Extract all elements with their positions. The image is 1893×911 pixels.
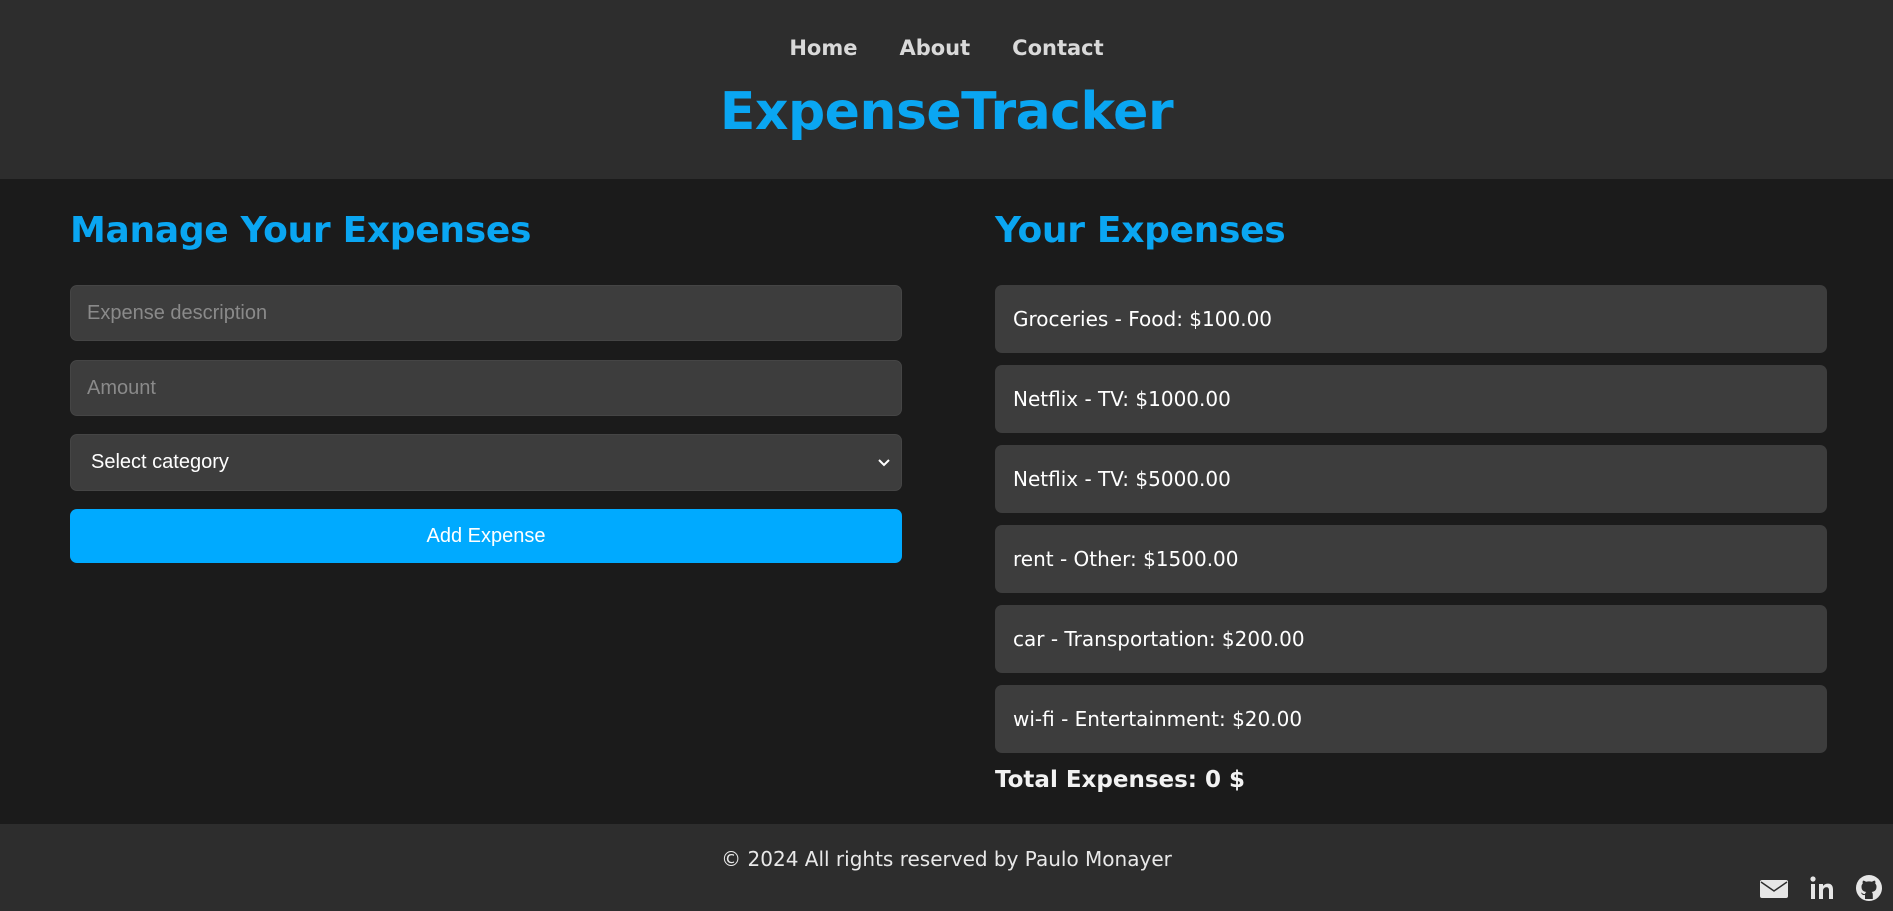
total-expenses: Total Expenses: 0 $: [995, 767, 1246, 793]
mail-icon[interactable]: [1759, 877, 1789, 903]
expenses-section-title: Your Expenses: [995, 210, 1286, 251]
expense-description-input[interactable]: [70, 285, 902, 341]
chevron-down-icon: [877, 455, 891, 471]
nav-about-link[interactable]: About: [899, 36, 970, 60]
social-links: [1759, 874, 1883, 906]
nav-contact-link[interactable]: Contact: [1012, 36, 1104, 60]
github-icon[interactable]: [1855, 874, 1883, 906]
brand-title: ExpenseTracker: [719, 82, 1174, 142]
expense-list-item: rent - Other: $1500.00: [995, 525, 1827, 593]
top-nav: Home About Contact: [0, 36, 1893, 60]
category-select[interactable]: Select category: [70, 434, 902, 491]
expense-list-item: Netflix - TV: $5000.00: [995, 445, 1827, 513]
nav-home-link[interactable]: Home: [789, 36, 857, 60]
expense-list-item: car - Transportation: $200.00: [995, 605, 1827, 673]
manage-section-title: Manage Your Expenses: [70, 210, 532, 251]
expense-list-item: wi-fi - Entertainment: $20.00: [995, 685, 1827, 753]
expense-list-item: Netflix - TV: $1000.00: [995, 365, 1827, 433]
site-footer: © 2024 All rights reserved by Paulo Mona…: [0, 824, 1893, 911]
linkedin-icon[interactable]: [1809, 875, 1835, 905]
add-expense-button[interactable]: Add Expense: [70, 509, 902, 563]
site-header: Home About Contact ExpenseTracker: [0, 0, 1893, 179]
category-select-value: Select category: [91, 451, 229, 473]
amount-input[interactable]: [70, 360, 902, 416]
copyright-text: © 2024 All rights reserved by Paulo Mona…: [721, 847, 1172, 871]
expense-list-item: Groceries - Food: $100.00: [995, 285, 1827, 353]
